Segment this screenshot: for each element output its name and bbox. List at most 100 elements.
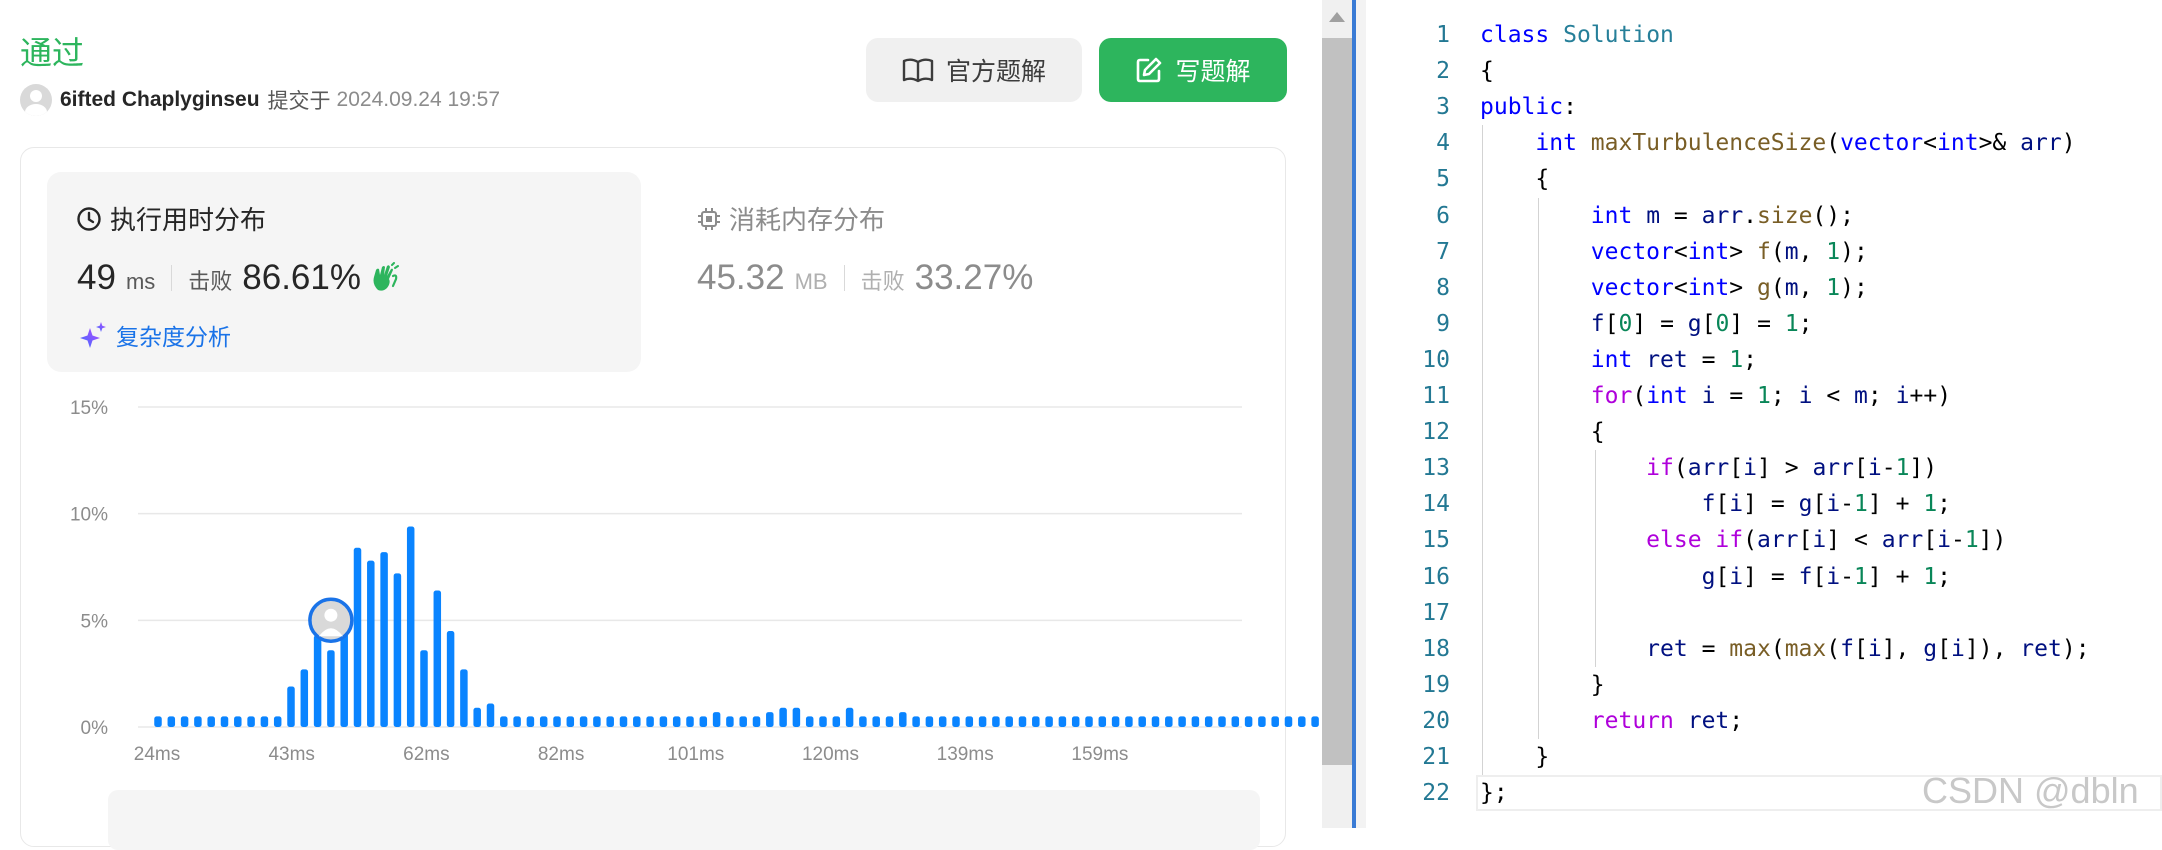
chart-bar [1045, 716, 1053, 727]
chart-bar [1058, 716, 1067, 727]
submission-panel: 通过 6ifted Chaplyginseu 提交于 2024.09.24 19… [0, 0, 1322, 850]
chart-bar [300, 669, 309, 727]
x-tick-label: 43ms [268, 744, 314, 765]
chart-bar [726, 716, 734, 727]
x-tick-label: 62ms [403, 744, 449, 765]
chart-bar [899, 712, 907, 727]
scroll-up-arrow-icon[interactable] [1329, 12, 1345, 22]
chart-bar [659, 716, 668, 727]
chart-bar [872, 716, 880, 727]
chart-bar [260, 716, 269, 727]
chart-bar [1284, 716, 1293, 727]
chart-bar [739, 716, 747, 727]
chart-bar [1125, 716, 1133, 727]
panel-resize-handle[interactable] [1356, 0, 1366, 828]
line-number: 17 [1422, 599, 1450, 626]
chart-bar [686, 716, 694, 727]
chart-bar [353, 547, 362, 727]
code-text: }; [1480, 780, 1508, 807]
x-tick-label: 82ms [538, 744, 584, 765]
chart-bar [1085, 716, 1093, 727]
chart-bar [273, 716, 282, 727]
code-text: f[i] = g[i-1] + 1; [1701, 491, 1952, 518]
line-number: 5 [1436, 166, 1450, 193]
x-tick-label: 120ms [802, 744, 859, 765]
line-number: 18 [1422, 635, 1450, 662]
avatar-head-shape [324, 608, 338, 622]
code-text: { [1590, 419, 1605, 446]
chart-bar [473, 707, 481, 727]
line-number: 13 [1422, 455, 1450, 482]
code-text: } [1590, 671, 1605, 698]
chart-bar [845, 707, 854, 727]
runtime-distribution-chart: 0% 5% 10% 15% 24ms 43ms 62ms 82ms 101ms 120ms 139m… [70, 398, 1319, 765]
scrollbar-thumb[interactable] [1322, 38, 1352, 765]
line-number: 6 [1436, 202, 1450, 229]
chart-bar [486, 703, 495, 727]
chart-bar [579, 716, 588, 727]
chart-bar [925, 716, 934, 727]
chart-bar [619, 716, 628, 727]
line-number: 9 [1436, 310, 1450, 337]
chart-bar [1071, 716, 1080, 727]
chart-bar [859, 716, 867, 727]
line-number: 4 [1436, 130, 1450, 157]
chart-bar [1218, 716, 1226, 727]
code-text: g[i] = f[i-1] + 1; [1701, 563, 1952, 590]
chart-bar [207, 716, 215, 727]
chart-bar [912, 716, 920, 727]
line-number: 12 [1422, 419, 1450, 446]
chart-bar [1298, 716, 1306, 727]
indent-guide [1482, 125, 1483, 776]
chart-bar [1032, 716, 1040, 727]
chart-bar [1005, 716, 1013, 727]
code-preview-placeholder [108, 790, 1260, 850]
chart-bar [433, 590, 442, 727]
code-text: } [1535, 744, 1550, 770]
line-number: 14 [1422, 491, 1450, 518]
indent-guide [1594, 450, 1596, 667]
chart-bar [406, 526, 415, 727]
chart-bar [792, 707, 801, 727]
chart-bar [779, 707, 787, 727]
chart-bar [1178, 716, 1186, 727]
line-number: 10 [1422, 346, 1450, 373]
chart-bar [180, 716, 189, 727]
chart-bar [566, 716, 575, 727]
chart-bar [885, 716, 894, 727]
chart-bar [393, 573, 402, 727]
chart-bar [1244, 716, 1253, 727]
chart-bar [500, 716, 508, 727]
chart-bar [593, 716, 601, 727]
code-text: ret = max(max(f[i], g[i]), ret); [1646, 635, 2090, 662]
chart-bar [154, 716, 162, 727]
chart-bar [1204, 716, 1213, 727]
line-number: 7 [1436, 238, 1450, 265]
chart-bar [1098, 716, 1107, 727]
chart-bar [752, 716, 761, 727]
chart-bar [234, 716, 242, 727]
chart-bar [513, 716, 521, 727]
y-tick-label: 15% [70, 398, 108, 419]
chart-bar [194, 716, 202, 727]
chart-bar [539, 716, 548, 727]
x-tick-label: 159ms [1071, 744, 1128, 765]
chart-bar [1271, 716, 1279, 727]
chart-bar [938, 716, 947, 727]
chart-bar [313, 635, 322, 727]
chart-bar [1258, 716, 1266, 727]
line-number: 21 [1422, 744, 1450, 770]
code-text: int maxTurbulenceSize(vector<int>& arr) [1535, 130, 2076, 157]
x-tick-label: 139ms [937, 744, 994, 765]
chart-bar [367, 560, 375, 727]
chart-bar [606, 716, 614, 727]
chart-bar [1111, 716, 1120, 727]
chart-bar [460, 669, 468, 727]
chart-bar [805, 716, 814, 727]
code-editor[interactable]: CSDN @dbln 1 class Solution 2 {3 public: 4 in… [1366, 0, 2162, 828]
watermark: CSDN @dbln [1922, 770, 2139, 811]
chart-bar [1151, 716, 1160, 727]
chart-bar [672, 716, 681, 727]
chart-bar [287, 686, 295, 727]
line-number: 16 [1422, 563, 1450, 590]
